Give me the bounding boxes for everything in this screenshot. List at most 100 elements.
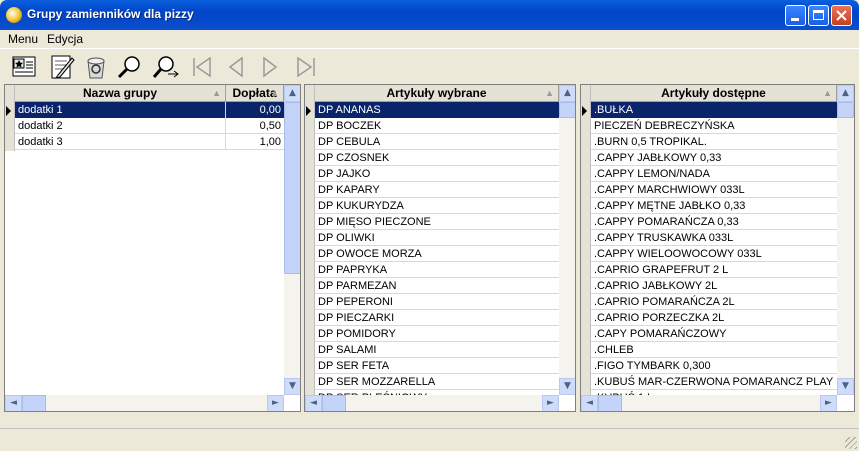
available-vertical-scrollbar[interactable]: ▲ ▼ — [837, 85, 854, 395]
previous-record-button[interactable] — [222, 54, 250, 80]
table-row[interactable]: DP KAPARY — [315, 182, 559, 198]
table-row[interactable]: .CAPY POMARAŃCZOWY — [591, 326, 837, 342]
available-article-cell: .CHLEB — [594, 344, 634, 356]
scroll-down-button[interactable]: ▼ — [837, 378, 854, 395]
table-row[interactable]: .CAPPY JABŁKOWY 0,33 — [591, 150, 837, 166]
scroll-left-button[interactable]: ◄ — [5, 395, 22, 411]
table-row[interactable]: DP SER FETA — [315, 358, 559, 374]
groups-vertical-scrollbar[interactable]: ▲ ▼ — [284, 85, 300, 395]
table-row[interactable]: DP PEPERONI — [315, 294, 559, 310]
scroll-down-button[interactable]: ▼ — [559, 378, 575, 395]
table-row[interactable]: .CAPPY MĘTNE JABŁKO 0,33 — [591, 198, 837, 214]
table-row[interactable]: DP SALAMI — [315, 342, 559, 358]
scroll-up-button[interactable]: ▲ — [284, 85, 300, 102]
groups-grid: Nazwa grupy ▲ Dopłata ▲ dodatki 1 0,00 dodat… — [4, 84, 301, 412]
new-record-icon — [12, 56, 36, 77]
selected-vertical-scrollbar[interactable]: ▲ ▼ — [559, 85, 575, 395]
table-row[interactable]: .CAPRIO POMARAŃCZA 2L — [591, 294, 837, 310]
close-button[interactable] — [831, 5, 852, 26]
table-row[interactable]: .CAPPY WIELOOWOCOWY 033L — [591, 246, 837, 262]
scroll-up-button[interactable]: ▲ — [837, 85, 854, 102]
table-row[interactable]: .CAPRIO PORZECZKA 2L — [591, 310, 837, 326]
resize-grip[interactable] — [845, 437, 857, 449]
table-row[interactable]: .CHLEB — [591, 342, 837, 358]
menu-bar: Menu Edycja — [0, 30, 859, 48]
table-row[interactable]: .BUŁKA — [591, 102, 837, 118]
table-row[interactable]: DP OLIWKI — [315, 230, 559, 246]
selected-article-cell: DP KUKURYDZA — [318, 200, 404, 212]
selected-article-cell: DP SALAMI — [318, 344, 377, 356]
table-row[interactable]: .BURN 0,5 TROPIKAL. — [591, 134, 837, 150]
selected-article-cell: DP KAPARY — [318, 184, 380, 196]
table-row[interactable]: .CAPPY MARCHWIOWY 033L — [591, 182, 837, 198]
table-row[interactable]: DP POMIDORY — [315, 326, 559, 342]
last-record-button[interactable] — [292, 54, 320, 80]
table-row[interactable]: .CAPPY LEMON/NADA — [591, 166, 837, 182]
menu-item-menu[interactable]: Menu — [8, 32, 38, 46]
available-article-cell: .CAPRIO POMARAŃCZA 2L — [594, 296, 735, 308]
delete-button[interactable] — [82, 54, 110, 80]
table-row[interactable]: .CAPRIO JABŁKOWY 2L — [591, 278, 837, 294]
available-article-cell: .FIGO TYMBARK 0,300 — [594, 360, 711, 372]
table-row[interactable]: .CAPPY TRUSKAWKA 033L — [591, 230, 837, 246]
selected-article-cell: DP OLIWKI — [318, 232, 375, 244]
table-row[interactable]: DP JAJKO — [315, 166, 559, 182]
scroll-thumb[interactable] — [559, 102, 575, 118]
title-bar: Grupy zamienników dla pizzy — [0, 0, 859, 30]
table-row[interactable]: DP ANANAS — [315, 102, 559, 118]
table-row[interactable]: DP PIECZARKI — [315, 310, 559, 326]
available-horizontal-scrollbar[interactable]: ◄ ► — [581, 395, 837, 411]
scroll-thumb[interactable] — [322, 395, 346, 411]
table-row[interactable]: DP PARMEZAN — [315, 278, 559, 294]
minimize-button[interactable] — [785, 5, 806, 26]
scroll-right-button[interactable]: ► — [542, 395, 559, 411]
table-row[interactable]: PIECZEŃ DEBRECZYŃSKA — [591, 118, 837, 134]
table-row[interactable]: dodatki 1 0,00 — [15, 102, 284, 118]
scroll-left-button[interactable]: ◄ — [305, 395, 322, 411]
edit-button[interactable] — [48, 54, 76, 80]
selected-articles-grid: Artykuły wybrane ▲ DP ANANAS DP BOCZEK DP C… — [304, 84, 576, 412]
scroll-down-button[interactable]: ▼ — [284, 378, 300, 395]
scroll-right-button[interactable]: ► — [267, 395, 284, 411]
table-row[interactable]: .CAPRIO GRAPEFRUT 2 L — [591, 262, 837, 278]
first-record-button[interactable] — [188, 54, 216, 80]
table-row[interactable]: dodatki 2 0,50 — [15, 118, 284, 134]
column-header-price[interactable]: Dopłata ▲ — [226, 85, 284, 102]
scroll-thumb[interactable] — [598, 395, 622, 411]
scroll-right-button[interactable]: ► — [820, 395, 837, 411]
scroll-left-button[interactable]: ◄ — [581, 395, 598, 411]
maximize-button[interactable] — [808, 5, 829, 26]
search-next-button[interactable] — [152, 54, 180, 80]
table-row[interactable]: DP OWOCE MORZA — [315, 246, 559, 262]
table-row[interactable]: DP CZOSNEK — [315, 150, 559, 166]
available-article-cell: .CAPPY POMARAŃCZA 0,33 — [594, 216, 739, 228]
column-header-name[interactable]: Nazwa grupy ▲ — [15, 85, 226, 102]
scroll-thumb[interactable] — [22, 395, 46, 411]
table-row[interactable]: DP SER MOZZARELLA — [315, 374, 559, 390]
table-row[interactable]: DP PAPRYKA — [315, 262, 559, 278]
table-row[interactable]: dodatki 3 1,00 — [15, 134, 284, 150]
table-row[interactable]: DP KUKURYDZA — [315, 198, 559, 214]
table-row[interactable]: .CAPPY POMARAŃCZA 0,33 — [591, 214, 837, 230]
current-row-indicator-icon — [6, 106, 11, 116]
search-button[interactable] — [116, 54, 144, 80]
table-row[interactable]: DP BOCZEK — [315, 118, 559, 134]
column-header-available[interactable]: Artykuły dostępne ▲ — [591, 85, 837, 102]
selected-article-cell: DP JAJKO — [318, 168, 371, 180]
table-row[interactable]: .FIGO TYMBARK 0,300 — [591, 358, 837, 374]
scroll-up-button[interactable]: ▲ — [559, 85, 575, 102]
scroll-thumb[interactable] — [284, 102, 300, 274]
column-header-selected[interactable]: Artykuły wybrane ▲ — [315, 85, 559, 102]
menu-item-edycja[interactable]: Edycja — [47, 32, 83, 46]
available-article-cell: .BUŁKA — [594, 104, 634, 116]
table-row[interactable]: .KUBUŚ MAR-CZERWONA POMARANCZ PLAY — [591, 374, 837, 390]
app-icon — [6, 7, 22, 23]
new-record-button[interactable] — [10, 54, 38, 80]
scroll-thumb[interactable] — [837, 102, 854, 118]
selected-horizontal-scrollbar[interactable]: ◄ ► — [305, 395, 559, 411]
next-record-button[interactable] — [256, 54, 284, 80]
table-row[interactable]: DP MIĘSO PIECZONE — [315, 214, 559, 230]
selected-article-cell: DP ANANAS — [318, 104, 381, 116]
groups-horizontal-scrollbar[interactable]: ◄ ► — [5, 395, 284, 411]
table-row[interactable]: DP CEBULA — [315, 134, 559, 150]
